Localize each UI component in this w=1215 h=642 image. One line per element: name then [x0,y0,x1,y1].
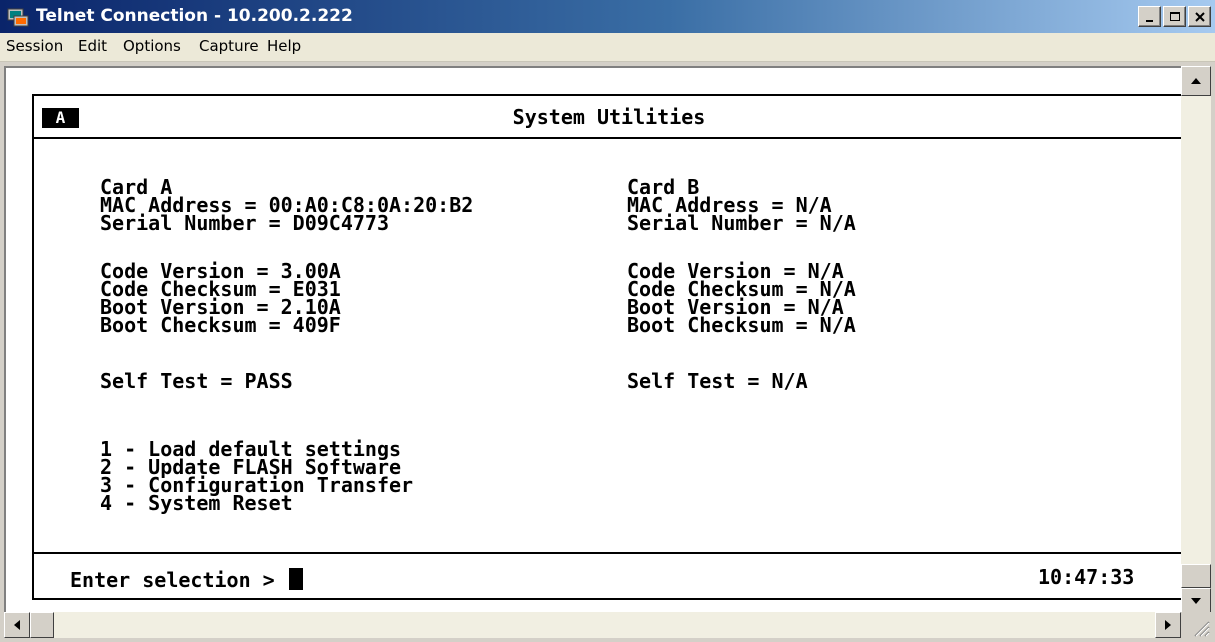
telnet-window: Telnet Connection - 10.200.2.222 Session… [0,0,1215,642]
screen-title: System Utilities [512,105,706,129]
menu-capture[interactable]: Capture [199,37,259,55]
card-a-self-test: Self Test = PASS [100,369,293,393]
close-button[interactable] [1188,6,1211,27]
menu-help[interactable]: Help [267,37,301,55]
clock-readout: 10:47:33 [1038,565,1135,589]
menu-edit[interactable]: Edit [78,37,107,55]
card-a-serial: Serial Number = D09C4773 [100,211,389,235]
arrow-down-icon [1191,598,1201,604]
arrow-up-icon [1191,78,1201,84]
menu-session[interactable]: Session [6,37,63,55]
scroll-left-button[interactable] [4,612,30,638]
scroll-thumb[interactable] [1181,564,1211,588]
scroll-up-button[interactable] [1181,66,1211,96]
terminal-screen: A System Utilities Card A MAC Address = … [32,94,1184,600]
horizontal-scroll-thumb[interactable] [30,612,54,638]
resize-grip-icon [1194,621,1210,637]
horizontal-scrollbar[interactable] [4,612,1181,638]
close-icon [1194,11,1205,22]
maximize-icon [1169,11,1180,21]
card-a-boot-checksum: Boot Checksum = 409F [100,313,341,337]
caption-buttons [1138,6,1211,27]
minimize-icon [1145,19,1153,22]
arrow-right-icon [1165,620,1171,630]
card-b-boot-checksum: Boot Checksum = N/A [627,313,856,337]
divider-top [34,137,1184,139]
resize-grip[interactable] [1181,612,1211,638]
scroll-right-button[interactable] [1155,612,1181,638]
vertical-scrollbar[interactable] [1181,66,1211,614]
option-system-reset[interactable]: 4 - System Reset [100,493,293,513]
telnet-app-icon [7,8,29,27]
menu-options[interactable]: Options [123,37,181,55]
minimize-button[interactable] [1138,6,1161,27]
window-title: Telnet Connection - 10.200.2.222 [36,6,353,26]
arrow-left-icon [14,620,20,630]
menu-bar: Session Edit Options Capture Help [0,33,1215,62]
text-cursor [288,568,303,590]
scroll-down-button[interactable] [1181,588,1211,614]
maximize-button[interactable] [1163,6,1186,27]
card-b-self-test: Self Test = N/A [627,369,808,393]
title-bar[interactable]: Telnet Connection - 10.200.2.222 [0,0,1215,33]
prompt-text: Enter selection > [70,568,275,592]
divider-bottom [34,552,1184,554]
selection-prompt[interactable]: Enter selection > [70,568,303,590]
card-b-serial: Serial Number = N/A [627,211,856,235]
